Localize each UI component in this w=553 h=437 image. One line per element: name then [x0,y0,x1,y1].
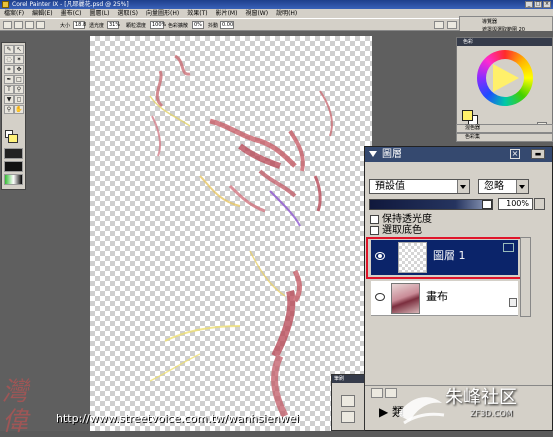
selection-tool-icon[interactable]: ↖ [14,45,24,54]
eraser-tool-icon[interactable]: ◻ [14,95,24,104]
composite-depth-dropdown[interactable]: 忽略 [478,179,529,194]
brush-variant-icon[interactable] [447,21,457,29]
close-panel-icon[interactable]: × [510,149,520,159]
preserve-transparency-checkbox[interactable] [370,215,379,224]
app-icon [2,1,9,8]
brush-dab-icon[interactable] [25,21,34,29]
zoom-tool-icon[interactable]: ⚲ [4,105,14,114]
menu-shapes[interactable]: 向量圖形(H) [142,9,183,18]
layers-panel-title: 圖層 [382,149,402,160]
selection-highlight-box [366,237,523,279]
brush-shape-icon[interactable] [14,21,23,29]
jitter-field[interactable]: 0.00 [220,21,234,29]
canvas-thumbnail [391,283,420,314]
pick-up-underlying-label: 選取底色 [382,225,422,236]
menu-layers[interactable]: 圖層(L) [86,9,114,18]
crop-tool-icon[interactable]: ⌗ [4,65,14,74]
watermark: 朱峰社区 ZF3D.COM [390,385,553,431]
size-label: 大小 [60,23,71,29]
paint-bucket-tool-icon[interactable]: ▼ [4,95,14,104]
artist-signature: 灣偉 [2,377,29,437]
composite-method-dropdown[interactable]: 預設值 [369,179,470,194]
painted-strokes [149,54,333,418]
brush-category-icon[interactable] [341,395,355,407]
gradient-selector-icon[interactable] [4,161,23,172]
navigator-label[interactable]: 導覽器 [482,18,497,25]
size-field[interactable]: 18.8 [73,21,86,29]
main-color-swatch[interactable] [8,134,18,143]
saturation-value-triangle[interactable] [493,64,519,92]
color-variability-field[interactable]: 0% [192,21,204,29]
brush-selector-icon[interactable] [434,21,444,29]
opacity-stepper[interactable] [534,198,545,210]
brush-palette: 筆刷 [331,374,365,431]
pick-up-underlying-checkbox[interactable] [370,226,379,235]
menu-file[interactable]: 檔案(F) [0,9,28,18]
toolbox: ✎ ↖ ◌ ✶ ⌗ ✥ ✒ □ T ⚲ ▼ ◻ ⚲ ✋ [1,42,26,190]
dropper-tool-icon[interactable]: ⚲ [14,85,24,94]
maximize-button[interactable]: □ [534,1,542,8]
lock-icon [509,298,517,307]
opacity-value-field[interactable]: 100% [498,198,533,210]
visibility-eye-icon[interactable] [375,293,385,301]
main-color-chip[interactable] [462,110,473,121]
menu-select[interactable]: 選取(S) [114,9,143,18]
opacity-slider[interactable] [369,199,493,210]
preserve-transparency-label: 保持透光度 [382,214,432,225]
chevron-down-icon[interactable] [516,180,528,193]
minimize-button[interactable]: _ [525,1,533,8]
brush-variant-icon[interactable] [341,411,355,423]
grabber-tool-icon[interactable]: ✋ [14,105,24,114]
composite-method-value: 預設值 [375,181,405,192]
text-tool-icon[interactable]: T [4,85,14,94]
pen-tool-icon[interactable]: ✒ [4,75,14,84]
drawing-canvas[interactable] [90,36,372,431]
footer-url: http://www.streetvoice.com.tw/wanhsienwe… [56,412,299,425]
window-title-bar: Corel Painter IX - [凡耶麗花.psd @ 25%] _ □ … [0,0,553,9]
lasso-tool-icon[interactable]: ◌ [4,55,14,64]
jitter-label: 抖動 [208,23,219,29]
grain-field[interactable]: 100% [150,21,166,29]
layer-attributes-icon[interactable] [371,388,383,398]
window-title: Corel Painter IX - [凡耶麗花.psd @ 25%] [12,1,129,8]
brush-tool-icon[interactable]: ✎ [4,45,14,54]
layers-scrollbar[interactable] [520,237,531,317]
menu-edit[interactable]: 編輯(E) [28,9,56,18]
panel-menu-button[interactable]: ▬ [531,149,545,159]
color-variability-label: 色彩擴散 [168,23,189,29]
opacity-field[interactable]: 31% [107,21,120,29]
magic-wand-tool-icon[interactable]: ✶ [14,55,24,64]
layers-panel-header[interactable]: 圖層 × ▬ [365,147,552,162]
chevron-down-icon[interactable] [457,180,469,193]
composite-depth-value: 忽略 [484,181,504,192]
brush-method-icon[interactable] [36,21,45,29]
collapse-arrow-icon[interactable] [369,151,377,157]
brush-palette-title[interactable]: 筆刷 [332,375,364,383]
close-button[interactable]: × [543,1,551,8]
opacity-label: 透光度 [89,23,105,29]
menu-canvas[interactable]: 畫布(C) [57,9,86,18]
mixer-palette-row[interactable]: 混色器 [456,124,553,133]
pattern-selector-icon[interactable] [4,174,23,185]
opacity-slider-handle[interactable] [482,200,492,209]
color-panel-title[interactable]: 色彩 [457,38,552,46]
reset-tool-icon[interactable] [3,21,12,29]
menu-movie[interactable]: 影片(M) [212,9,242,18]
paper-selector-icon[interactable] [4,148,23,159]
watermark-subtext: ZF3D.COM [470,409,513,418]
transform-tool-icon[interactable]: ✥ [14,65,24,74]
layer-row-canvas[interactable]: 畫布 [371,281,518,316]
canvas-layer-name: 畫布 [426,290,448,303]
grain-label: 顆粒濃度 [126,23,147,29]
menu-help[interactable]: 說明(H) [272,9,301,18]
watermark-text: 朱峰社区 [445,387,517,408]
menu-effects[interactable]: 效果(T) [183,9,211,18]
color-sets-row[interactable]: 色彩集 [456,133,553,142]
shape-tool-icon[interactable]: □ [14,75,24,84]
watermark-logo-icon [398,397,445,425]
menu-window[interactable]: 視窗(W) [241,9,272,18]
window-controls: _ □ × [525,1,551,8]
color-panel: 色彩 [456,37,553,135]
